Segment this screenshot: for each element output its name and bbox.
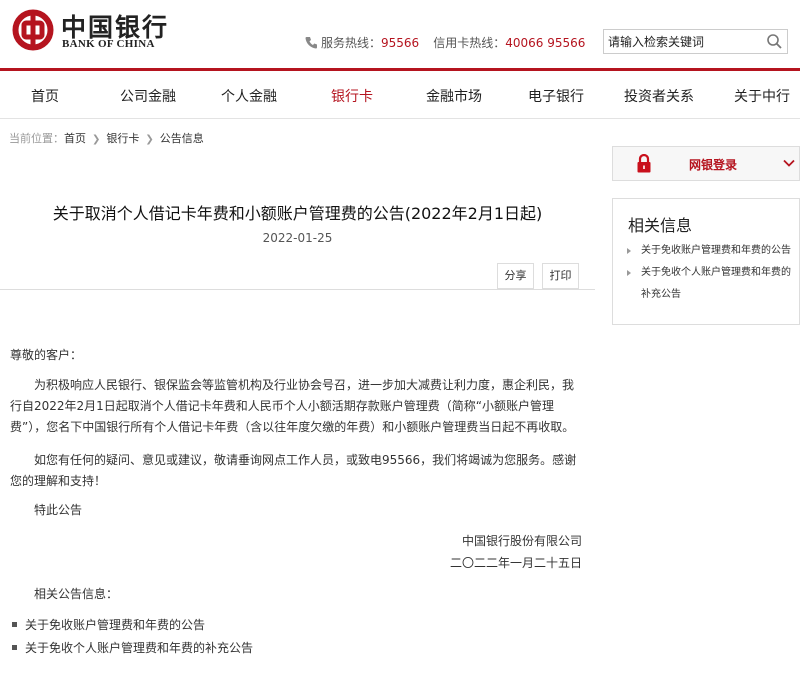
service-hotline-label: 服务热线： <box>321 36 382 50</box>
article-divider <box>0 289 595 290</box>
nav-item-about-boc[interactable]: 关于中行 <box>734 86 790 106</box>
search-icon[interactable] <box>766 33 783 50</box>
related-info-item-text[interactable]: 关于免收账户管理费和年费的公告 <box>627 240 797 262</box>
bullet-icon <box>12 622 17 627</box>
nav-item-corporate-banking[interactable]: 公司金融 <box>120 86 176 106</box>
related-link-item[interactable]: 关于免收账户管理费和年费的公告 <box>12 616 205 633</box>
online-banking-login-button[interactable]: 网银登录 <box>612 146 800 181</box>
related-info-item[interactable]: 关于免收个人账户管理费和年费的补充公告 <box>627 262 797 306</box>
breadcrumb-prefix: 当前位置： <box>9 132 64 145</box>
article-date: 2022-01-25 <box>262 231 333 245</box>
related-info-panel: 相关信息 关于免收账户管理费和年费的公告 关于免收个人账户管理费和年费的补充公告 <box>612 198 800 325</box>
breadcrumb-home[interactable]: 首页 <box>64 132 86 145</box>
triangle-bullet-icon <box>627 248 631 254</box>
related-info-item[interactable]: 关于免收账户管理费和年费的公告 <box>627 240 797 262</box>
share-button[interactable]: 分享 <box>497 263 534 289</box>
related-link-text[interactable]: 关于免收账户管理费和年费的公告 <box>25 618 205 632</box>
breadcrumb: 当前位置：首页 ❯ 银行卡 ❯ 公告信息 <box>9 130 204 146</box>
related-link-text[interactable]: 关于免收个人账户管理费和年费的补充公告 <box>25 641 253 655</box>
service-hotline-number: 95566 <box>381 36 420 50</box>
main-nav: 首页 公司金融 个人金融 银行卡 金融市场 电子银行 投资者关系 关于中行 <box>0 71 800 119</box>
article-paragraph-1: 为积极响应人民银行、银保监会等监管机构及行业协会号召，进一步加大减费让利力度，惠… <box>10 378 575 434</box>
article-closing: 特此公告 <box>34 503 83 517</box>
article-greeting: 尊敬的客户： <box>10 348 83 362</box>
nav-item-home[interactable]: 首页 <box>31 86 59 106</box>
nav-item-bank-card[interactable]: 银行卡 <box>331 86 373 106</box>
card-hotline-number: 40066 95566 <box>505 36 586 50</box>
search-input[interactable] <box>604 30 762 53</box>
breadcrumb-separator-icon: ❯ <box>145 134 154 145</box>
breadcrumb-separator-icon: ❯ <box>92 134 101 145</box>
print-button[interactable]: 打印 <box>542 263 579 289</box>
nav-item-financial-markets[interactable]: 金融市场 <box>426 86 482 106</box>
article-signer: 中国银行股份有限公司 <box>461 534 582 548</box>
breadcrumb-bank-card[interactable]: 银行卡 <box>106 132 139 145</box>
nav-item-e-banking[interactable]: 电子银行 <box>528 86 584 106</box>
search-box <box>603 29 788 54</box>
related-info-title: 相关信息 <box>628 216 693 235</box>
related-info-item-text[interactable]: 关于免收个人账户管理费和年费的补充公告 <box>627 262 797 306</box>
site-header: 中国银行 BANK OF CHINA 服务热线：95566 信用卡热线：40066… <box>0 0 800 68</box>
related-link-item[interactable]: 关于免收个人账户管理费和年费的补充公告 <box>12 639 253 656</box>
article-sign-date: 二〇二二年一月二十五日 <box>449 556 582 570</box>
phone-icon <box>305 37 317 49</box>
card-hotline-label: 信用卡热线： <box>433 36 506 50</box>
triangle-bullet-icon <box>627 270 631 276</box>
breadcrumb-announcements[interactable]: 公告信息 <box>160 132 204 145</box>
article-title: 关于取消个人借记卡年费和小额账户管理费的公告(2022年2月1日起) <box>52 204 543 223</box>
nav-item-personal-banking[interactable]: 个人金融 <box>221 86 277 106</box>
bullet-icon <box>12 645 17 650</box>
article-paragraph-2: 如您有任何的疑问、意见或建议，敬请垂询网点工作人员，或致电95566，我们将竭诚… <box>10 453 577 488</box>
nav-item-investor-relations[interactable]: 投资者关系 <box>624 86 694 106</box>
chevron-down-icon <box>783 159 795 167</box>
logo-english-name: BANK OF CHINA <box>62 38 155 50</box>
hotline-bar: 服务热线：95566 信用卡热线：40066 95566 <box>305 34 585 51</box>
related-announcements-label: 相关公告信息： <box>34 587 119 601</box>
online-banking-login-label: 网银登录 <box>689 158 738 172</box>
lock-icon <box>637 154 651 173</box>
bank-of-china-logo-icon[interactable] <box>12 9 54 51</box>
